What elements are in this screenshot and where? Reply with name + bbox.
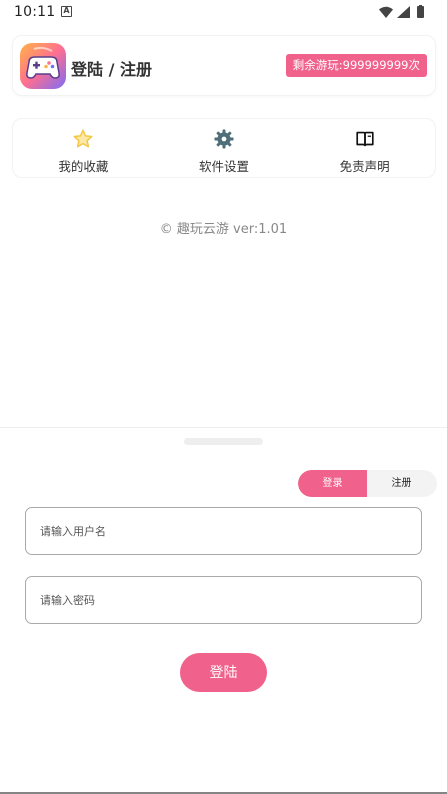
password-input[interactable] <box>40 577 410 623</box>
tab-register[interactable]: 注册 <box>367 470 436 497</box>
notification-icon: A <box>61 6 72 17</box>
remaining-plays-badge: 剩余游玩:999999999次 <box>285 54 427 77</box>
username-field-container <box>25 507 422 555</box>
signal-icon <box>397 6 410 18</box>
version-label: © 趣玩云游 ver:1.01 <box>159 222 288 237</box>
status-bar: 10:11 A <box>0 0 447 26</box>
menu-item-favorites[interactable]: 我的收藏 <box>13 119 154 177</box>
gamepad-icon <box>20 43 66 89</box>
menu-item-settings[interactable]: 软件设置 <box>154 119 295 177</box>
tab-login[interactable]: 登录 <box>298 470 367 497</box>
username-input[interactable] <box>40 508 410 554</box>
wifi-icon <box>379 6 393 18</box>
menu-card: 我的收藏 软件设置 免责声明 <box>12 118 436 178</box>
menu-item-label: 软件设置 <box>199 159 250 174</box>
star-icon <box>73 129 93 148</box>
login-button[interactable]: 登陆 <box>180 653 267 692</box>
book-icon <box>356 131 374 147</box>
gear-icon <box>214 129 234 149</box>
status-icons <box>379 5 424 18</box>
header-card[interactable]: 登陆 / 注册 剩余游玩:999999999次 <box>12 35 436 96</box>
menu-item-label: 我的收藏 <box>58 159 109 174</box>
menu-item-label: 免责声明 <box>339 159 390 174</box>
auth-mode-toggle: 登录 注册 <box>298 470 437 497</box>
status-time: 10:11 <box>14 4 56 20</box>
password-field-container <box>25 576 422 624</box>
login-register-title[interactable]: 登陆 / 注册 <box>71 56 152 80</box>
menu-item-disclaimer[interactable]: 免责声明 <box>294 119 435 177</box>
sheet-drag-handle[interactable] <box>184 438 263 445</box>
battery-icon <box>417 6 424 18</box>
sheet-divider <box>0 427 447 428</box>
